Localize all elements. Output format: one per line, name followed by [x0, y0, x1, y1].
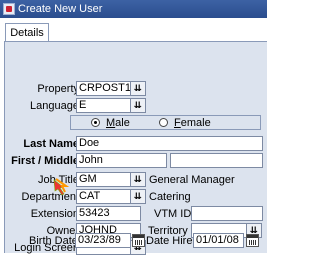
last-name-label: Last Name — [23, 138, 79, 150]
date-hired-label: Date Hired — [146, 235, 199, 247]
tab-details[interactable]: Details — [5, 23, 49, 42]
radio-male-label[interactable]: Male — [106, 117, 130, 130]
radio-female-label[interactable]: Female — [174, 117, 211, 130]
property-field[interactable]: CRPOST1 — [76, 81, 132, 96]
down-arrow-list-icon: ⇊ — [133, 191, 143, 201]
last-name-field[interactable]: Doe — [76, 136, 263, 151]
property-label: Property — [37, 83, 79, 95]
radio-male[interactable] — [91, 118, 100, 127]
details-panel: Property CRPOST1 ⇊ Language E ⇊ Male Fem… — [4, 41, 267, 255]
first-middle-label: First / Middle — [11, 155, 79, 167]
pointer-hand-icon — [53, 178, 70, 196]
extension-field[interactable]: 53423 — [76, 206, 141, 221]
first-name-field[interactable]: John — [76, 153, 167, 168]
department-description: Catering — [149, 191, 191, 203]
extension-label: Extension — [30, 208, 79, 220]
language-field[interactable]: E — [76, 98, 132, 113]
language-lov-button[interactable]: ⇊ — [130, 98, 146, 113]
property-lov-button[interactable]: ⇊ — [130, 81, 146, 96]
language-label: Language — [30, 100, 79, 112]
date-hired-field[interactable]: 01/01/08 — [193, 233, 244, 248]
job-title-field[interactable]: GM — [76, 172, 132, 187]
department-lov-button[interactable]: ⇊ — [130, 189, 146, 204]
app-icon — [3, 3, 15, 15]
window-title: Create New User — [18, 3, 103, 15]
down-arrow-list-icon: ⇊ — [133, 100, 143, 110]
down-arrow-list-icon: ⇊ — [133, 83, 143, 93]
down-arrow-list-icon: ⇊ — [133, 174, 143, 184]
window-titlebar: Create New User — [0, 0, 267, 18]
birth-date-label: Birth Date — [29, 235, 78, 247]
birth-date-field[interactable]: 03/23/89 — [75, 233, 131, 248]
gender-radio-group: Male Female — [70, 115, 261, 130]
vtm-id-field[interactable] — [191, 206, 263, 221]
dialog-body: Details Property CRPOST1 ⇊ Language E ⇊ … — [0, 18, 267, 255]
job-title-description: General Manager — [149, 174, 235, 186]
calendar-icon[interactable] — [246, 234, 259, 247]
calendar-icon[interactable] — [132, 234, 145, 247]
radio-female[interactable] — [159, 118, 168, 127]
department-field[interactable]: CAT — [76, 189, 132, 204]
job-title-lov-button[interactable]: ⇊ — [130, 172, 146, 187]
vtm-id-label: VTM ID — [154, 208, 192, 220]
middle-name-field[interactable] — [170, 153, 263, 168]
